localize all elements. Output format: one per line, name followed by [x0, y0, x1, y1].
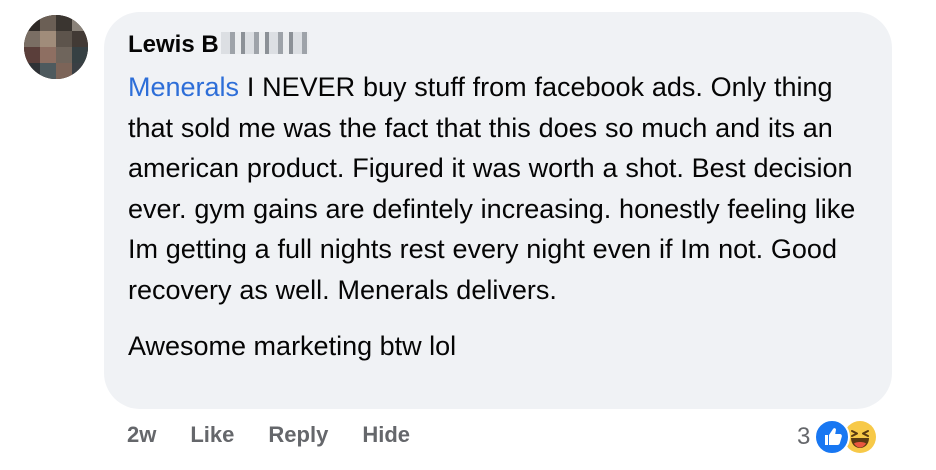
- comment-actions: 2w Like Reply Hide: [127, 420, 444, 450]
- redacted-name-blur: [220, 32, 309, 54]
- like-icon: [814, 419, 851, 455]
- avatar[interactable]: [24, 15, 88, 79]
- comment-text: Menerals I NEVER buy stuff from facebook…: [128, 67, 868, 310]
- avatar-image: [24, 15, 88, 79]
- comment-text-paragraph-1: I NEVER buy stuff from facebook ads. Onl…: [128, 72, 856, 305]
- timestamp-link[interactable]: 2w: [127, 422, 156, 448]
- comment-author[interactable]: Lewis B: [128, 30, 868, 60]
- comment-text-paragraph-2: Awesome marketing btw lol: [128, 331, 457, 361]
- reaction-count: 3: [797, 423, 811, 450]
- mention-link[interactable]: Menerals: [128, 72, 239, 102]
- like-button[interactable]: Like: [190, 422, 234, 448]
- author-name[interactable]: Lewis B: [128, 30, 219, 60]
- comment-bubble: Lewis B Menerals I NEVER buy stuff from …: [104, 12, 892, 409]
- reply-button[interactable]: Reply: [268, 422, 328, 448]
- hide-button[interactable]: Hide: [362, 422, 410, 448]
- reaction-summary[interactable]: 3: [797, 419, 879, 455]
